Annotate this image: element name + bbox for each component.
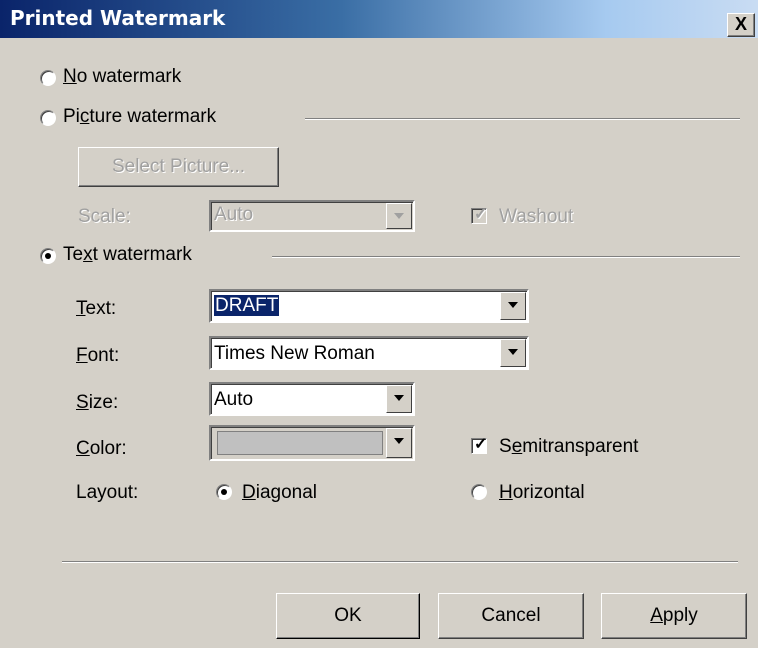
color-label: Color:: [76, 438, 127, 459]
color-swatch: [217, 431, 383, 455]
text-value: DRAFT: [214, 295, 280, 316]
scale-label: Scale:: [78, 206, 131, 227]
color-dropdown-arrow[interactable]: [386, 428, 412, 458]
horizontal-radio[interactable]: [471, 484, 487, 500]
size-label: Size:: [76, 392, 119, 413]
semitransparent-checkbox[interactable]: ✓: [471, 436, 488, 454]
scale-select[interactable]: Auto: [209, 200, 415, 232]
chevron-down-icon: [508, 302, 518, 308]
chevron-down-icon: [508, 349, 518, 355]
close-icon: X: [734, 14, 747, 34]
diagonal-radio[interactable]: [216, 484, 232, 500]
horizontal-label[interactable]: Horizontal: [499, 482, 585, 504]
chevron-down-icon: [394, 438, 404, 444]
text-dropdown-arrow[interactable]: [500, 292, 526, 320]
chevron-down-icon: [394, 213, 404, 219]
ok-button[interactable]: OK: [276, 593, 420, 639]
font-select[interactable]: Times New Roman: [209, 336, 529, 370]
apply-button[interactable]: Apply: [601, 593, 747, 639]
picture-watermark-label[interactable]: Picture watermark: [63, 106, 216, 128]
size-dropdown-arrow[interactable]: [386, 385, 412, 413]
diagonal-label[interactable]: Diagonal: [242, 482, 317, 504]
text-combobox[interactable]: DRAFT: [209, 289, 529, 323]
washout-checkbox[interactable]: ✓: [471, 206, 488, 224]
text-label: Text:: [76, 298, 117, 319]
check-icon: ✓: [474, 436, 488, 453]
bottom-divider: [62, 561, 738, 563]
semitransparent-label[interactable]: Semitransparent: [499, 436, 638, 458]
size-combobox[interactable]: Auto: [209, 382, 415, 416]
color-picker[interactable]: [209, 425, 415, 461]
dialog-title: Printed Watermark: [10, 6, 226, 30]
picture-section-divider: [305, 118, 740, 120]
font-dropdown-arrow[interactable]: [500, 339, 526, 367]
layout-label: Layout:: [76, 482, 139, 503]
no-watermark-radio[interactable]: [40, 70, 56, 86]
text-section-divider: [272, 256, 740, 258]
text-watermark-label[interactable]: Text watermark: [63, 244, 192, 266]
close-button[interactable]: X: [727, 13, 755, 37]
select-picture-button[interactable]: Select Picture...: [78, 147, 279, 187]
check-icon: ✓: [474, 206, 488, 223]
washout-label: Washout: [499, 206, 574, 227]
font-value: Times New Roman: [214, 343, 375, 364]
text-watermark-radio[interactable]: [40, 248, 56, 264]
chevron-down-icon: [394, 395, 404, 401]
cancel-button[interactable]: Cancel: [438, 593, 584, 639]
scale-dropdown-arrow[interactable]: [386, 203, 412, 229]
font-label: Font:: [76, 345, 120, 366]
no-watermark-label[interactable]: No watermark: [63, 66, 181, 88]
size-value: Auto: [214, 389, 254, 410]
picture-watermark-radio[interactable]: [40, 110, 56, 126]
